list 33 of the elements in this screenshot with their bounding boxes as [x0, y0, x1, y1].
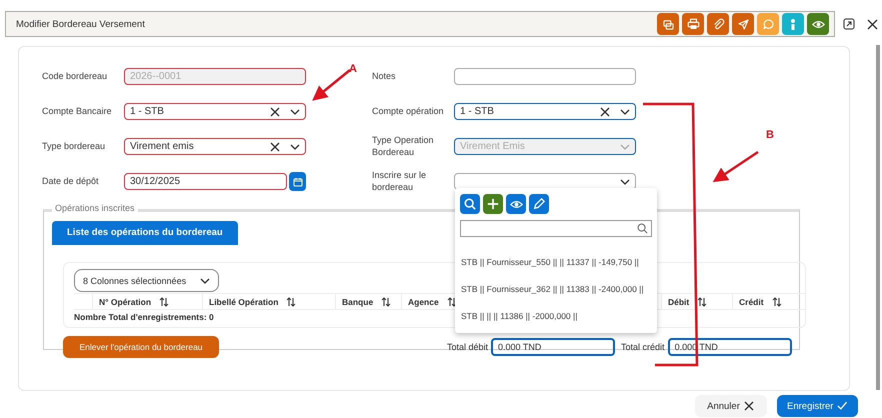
dropdown-option[interactable]: STB || Fournisseur_362 || || 11383 || -2400,000 || — [460, 284, 652, 295]
total-field[interactable]: 0.000 TND — [491, 338, 616, 356]
select-field[interactable]: 1 - STB — [124, 103, 306, 120]
field-label: Compte Bancaire — [42, 106, 113, 118]
annotation-label: A — [349, 63, 357, 75]
section-legend: Opérations inscrites — [52, 203, 138, 213]
column-header[interactable]: Banque — [335, 294, 401, 309]
select-field[interactable]: Virement emis — [124, 138, 306, 155]
remove-button[interactable]: Enlever l'opération du bordereau — [63, 336, 219, 358]
column-header[interactable]: Libellé Opération — [202, 294, 335, 309]
select-field[interactable]: 1 - STB — [454, 103, 636, 120]
column-header[interactable]: N° Opération — [92, 294, 202, 309]
field-label: Type bordereau — [42, 140, 106, 152]
field-label: Date de dépôt — [42, 176, 100, 188]
annotation-label: B — [766, 129, 774, 141]
cancel-button[interactable]: Annuler — [695, 395, 767, 417]
record-count: Nombre Total d'enregistrements: 0 — [74, 312, 214, 322]
window-title: Modifier Bordereau Versement — [16, 18, 146, 30]
save-button[interactable]: Enregistrer — [777, 395, 858, 417]
column-header[interactable]: Crédit — [732, 294, 802, 309]
tab[interactable]: Liste des opérations du bordereau — [52, 221, 238, 245]
dropdown-option[interactable]: STB || || || 11386 || -2000,000 || — [460, 311, 652, 322]
column-picker[interactable]: 8 Colonnes sélectionnées — [74, 269, 219, 292]
total-label: Total débit — [447, 342, 488, 352]
column-header[interactable]: Débit — [661, 294, 732, 309]
field-label: Compte opération — [372, 106, 445, 118]
field-label: Inscrire sur le bordereau — [372, 170, 428, 194]
total-label: Total crédit — [621, 342, 665, 352]
dropdown-option[interactable]: STB || Fournisseur_550 || || 11337 || -149,750 || — [460, 257, 652, 268]
field-label: Notes — [372, 70, 397, 82]
date-field[interactable]: 30/12/2025 — [124, 173, 287, 190]
field-label: Code bordereau — [42, 70, 108, 82]
field-label: Type Operation Bordereau — [372, 134, 435, 158]
